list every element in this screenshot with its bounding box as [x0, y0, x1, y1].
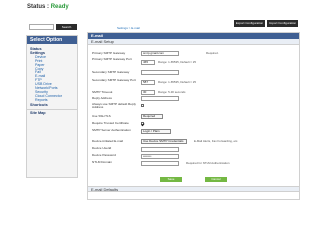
sidebar-divider — [27, 109, 77, 111]
require-cert-label: Require Trusted Certificate — [92, 121, 129, 125]
cancel-button[interactable]: Cancel — [205, 177, 227, 182]
use-ssl-select[interactable]: Required — [141, 114, 163, 119]
sidebar: Select Option Status Settings Device Pri… — [26, 35, 78, 178]
sidebar-item-shortcuts[interactable]: Shortcuts — [27, 103, 77, 107]
secondary-port-input[interactable] — [141, 80, 155, 85]
require-cert-checkbox[interactable] — [141, 122, 144, 125]
save-button[interactable]: Save — [160, 177, 182, 182]
breadcrumb[interactable]: Settings > E-mail — [117, 26, 140, 30]
primary-gateway-label: Primary SMTP Gateway — [92, 51, 126, 55]
email-defaults-section[interactable]: E-mail Defaults — [88, 186, 299, 192]
device-userid-label: Device Userid — [92, 146, 112, 150]
ntlm-domain-input[interactable] — [141, 161, 179, 166]
primary-gateway-input[interactable] — [141, 51, 179, 56]
search-button[interactable]: Search — [56, 24, 77, 30]
primary-port-label: Primary SMTP Gateway Port — [92, 57, 132, 61]
device-email-select[interactable]: Use Device SMTP Credentials — [141, 139, 187, 144]
smtp-timeout-label: SMTP Timeout — [92, 90, 113, 94]
device-email-hint: E-Mail Alerts, Fax Forwarding, etc. — [194, 139, 239, 143]
primary-port-hint: Range: 1-65535, Default = 25 — [158, 60, 197, 64]
device-status: Status : Ready — [27, 4, 69, 10]
search-input[interactable] — [29, 24, 54, 30]
status-label: Status : — [27, 4, 50, 10]
reply-address-input[interactable] — [141, 96, 179, 101]
primary-port-input[interactable] — [141, 60, 155, 65]
device-password-label: Device Password — [92, 153, 116, 157]
secondary-port-label: Secondary SMTP Gateway Port — [92, 78, 136, 82]
smtp-timeout-input[interactable] — [141, 90, 155, 95]
always-default-reply-checkbox[interactable] — [141, 104, 144, 107]
reply-address-label: Reply Address — [92, 96, 112, 100]
sidebar-title: Select Option — [27, 36, 77, 44]
secondary-gateway-input[interactable] — [141, 70, 179, 75]
smtp-timeout-hint: Range: 5-30 seconds — [158, 90, 186, 94]
device-password-input[interactable] — [141, 154, 179, 159]
device-userid-input[interactable] — [141, 147, 179, 152]
use-ssl-label: Use SSL/TLS — [92, 114, 111, 118]
ntlm-domain-hint: Required for NTLM Authentication — [186, 161, 230, 165]
device-email-label: Device-Initiated E-mail — [92, 139, 123, 143]
secondary-gateway-label: Secondary SMTP Gateway — [92, 70, 130, 74]
section-title: E-mail Setup — [88, 39, 299, 45]
status-value: Ready — [50, 4, 69, 10]
secondary-port-hint: Range: 1-65535, Default = 25 — [158, 80, 197, 84]
always-default-reply-label: Always use SMTP default Reply Address — [92, 102, 136, 110]
ntlm-domain-label: NTLM Domain — [92, 160, 112, 164]
sidebar-item-site-map[interactable]: Site Map — [27, 111, 77, 115]
import-configuration-button[interactable]: Import Configuration — [267, 20, 298, 27]
smtp-auth-select[interactable]: Login / Plain — [141, 129, 171, 134]
primary-gateway-hint: Required. — [206, 51, 219, 55]
export-configuration-button[interactable]: Export Configuration — [234, 20, 265, 27]
smtp-auth-label: SMTP Server Authentication — [92, 128, 131, 132]
email-panel: E-mail E-mail Setup Primary SMTP Gateway… — [87, 32, 300, 200]
